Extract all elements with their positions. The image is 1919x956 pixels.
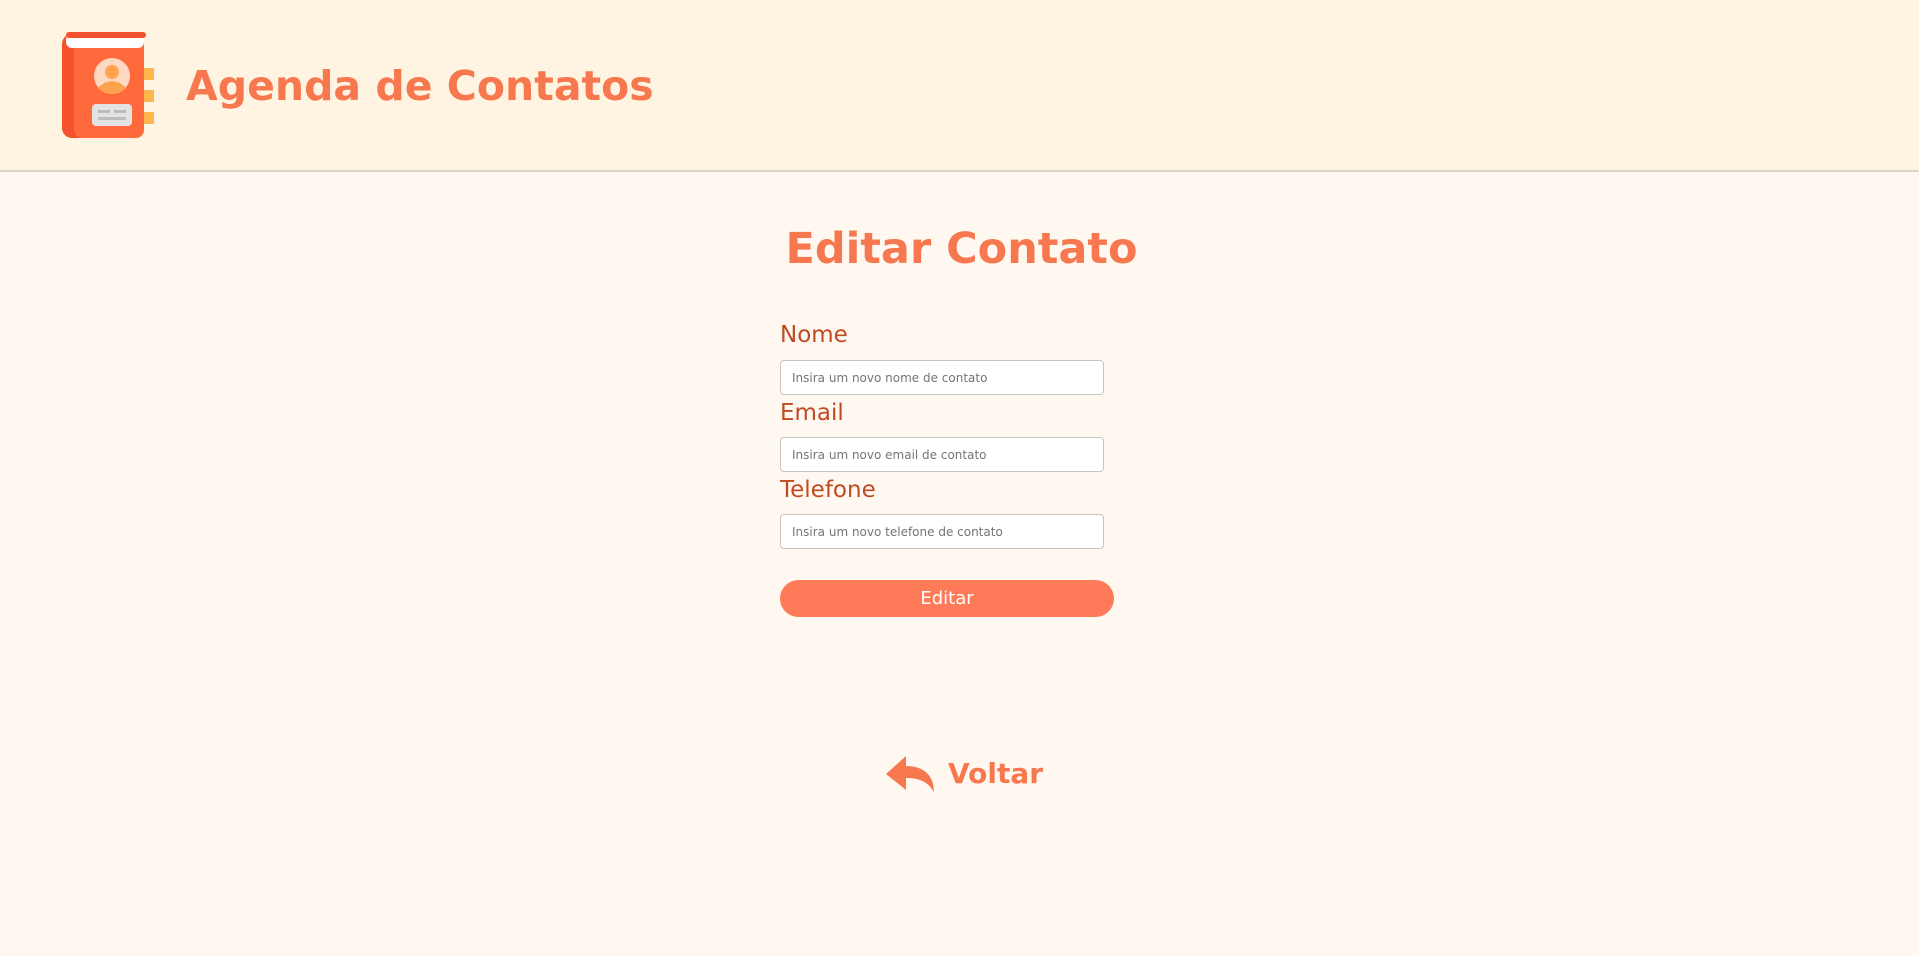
reply-arrow-icon bbox=[886, 756, 934, 792]
address-book-icon bbox=[62, 32, 154, 138]
app-title: Agenda de Contatos bbox=[186, 62, 654, 110]
phone-input[interactable] bbox=[780, 514, 1104, 549]
page-title: Editar Contato bbox=[0, 221, 1919, 277]
page-title-text: Editar Contato bbox=[785, 224, 1138, 274]
name-label: Nome bbox=[780, 322, 848, 348]
email-input[interactable] bbox=[780, 437, 1104, 472]
back-label: Voltar bbox=[948, 757, 1044, 790]
edit-button[interactable]: Editar bbox=[780, 580, 1114, 617]
email-label: Email bbox=[780, 400, 844, 426]
name-input[interactable] bbox=[780, 360, 1104, 395]
phone-label: Telefone bbox=[780, 477, 876, 503]
back-link[interactable]: Voltar bbox=[884, 752, 1043, 796]
header: Agenda de Contatos bbox=[0, 0, 1919, 172]
